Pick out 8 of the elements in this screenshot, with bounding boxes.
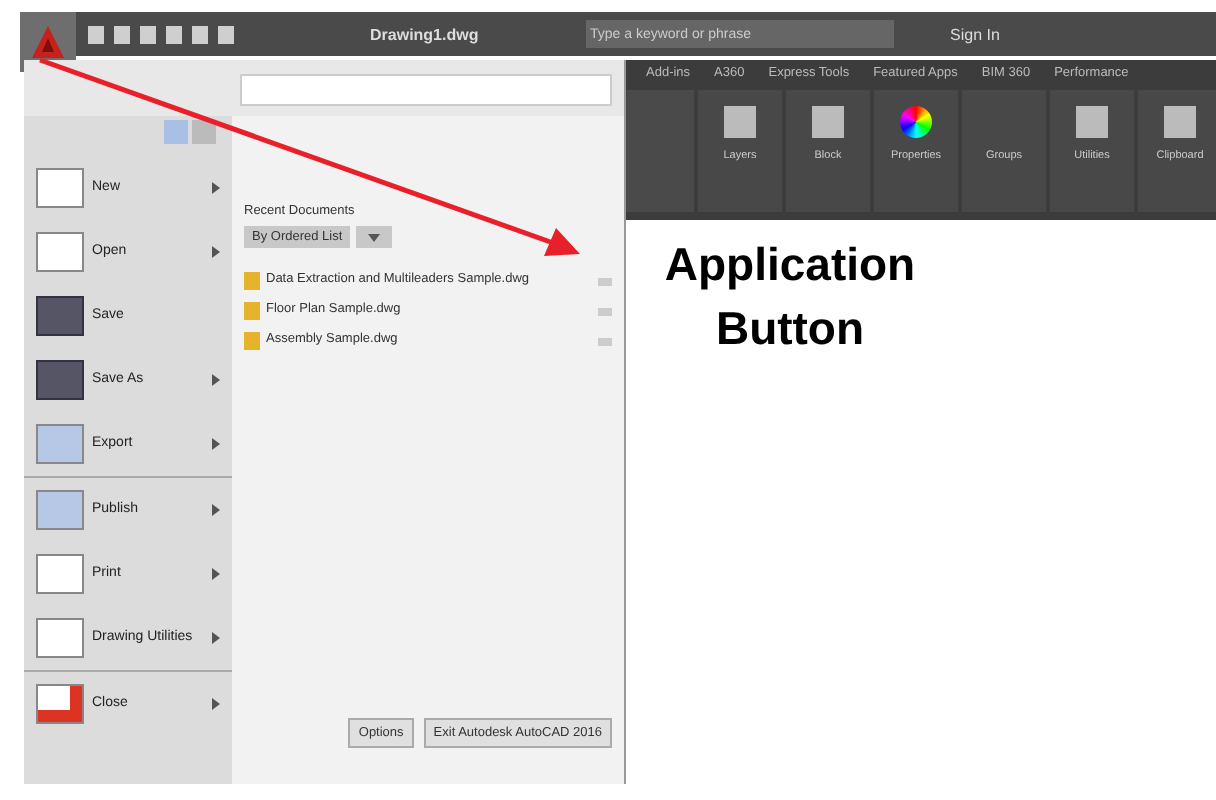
- sign-in-link[interactable]: Sign In: [950, 25, 1000, 43]
- caret-icon: [368, 233, 381, 241]
- search-field[interactable]: [240, 73, 612, 105]
- ribbon-panel: [626, 90, 694, 212]
- window-title: Drawing1.dwg: [370, 25, 481, 43]
- callout-label: Application Button: [662, 236, 918, 359]
- logo-icon: [30, 24, 66, 60]
- view-dropdown[interactable]: [356, 226, 393, 248]
